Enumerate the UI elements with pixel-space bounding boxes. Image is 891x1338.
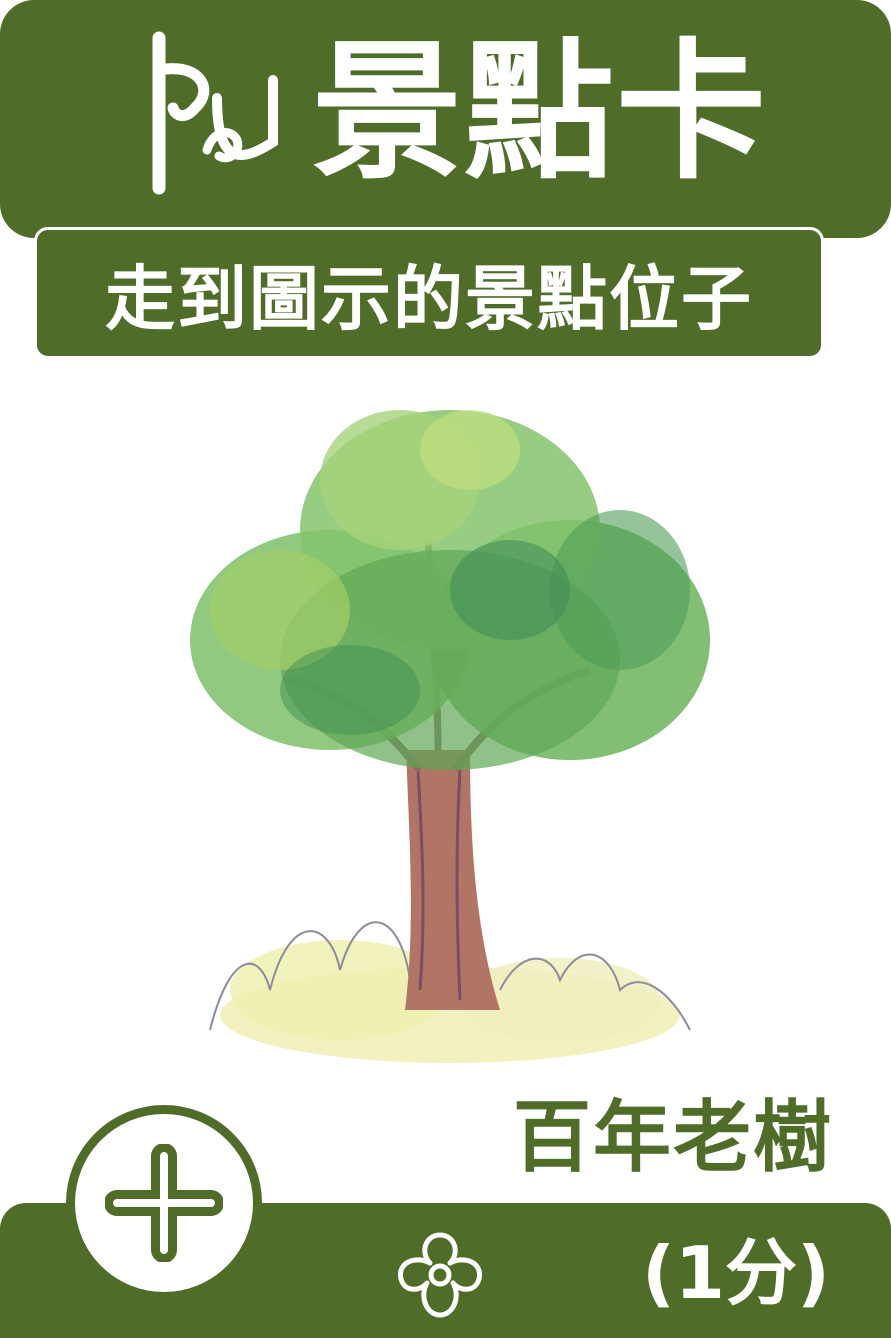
plus-icon	[105, 1144, 223, 1262]
place-name: 百年老樹	[512, 1093, 833, 1183]
instruction-banner: 走到圖示的景點位子	[34, 227, 824, 359]
footprint-logo-icon	[152, 31, 278, 195]
tree-illustration	[190, 410, 710, 1063]
card-header: 景點卡	[0, 0, 891, 238]
points-value: (1分)	[642, 1231, 830, 1315]
instruction-text: 走到圖示的景點位子	[105, 257, 753, 340]
attraction-card: 景點卡 走到圖示的景點位子 百年老樹 (1分)	[0, 0, 891, 1338]
card-title: 景點卡	[312, 26, 769, 200]
flower-icon	[397, 1232, 483, 1318]
plus-badge	[66, 1105, 262, 1301]
